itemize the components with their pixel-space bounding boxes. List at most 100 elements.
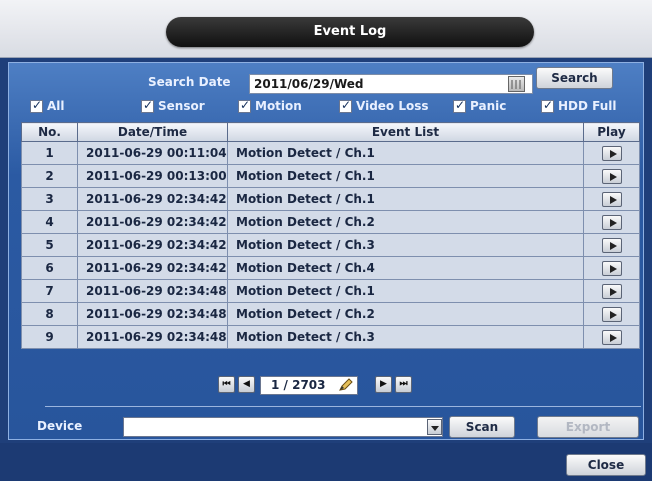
table-row[interactable]: 8 2011-06-29 02:34:48 Motion Detect / Ch.2	[21, 302, 640, 326]
row-play-cell	[583, 325, 640, 349]
table-row[interactable]: 9 2011-06-29 02:34:48 Motion Detect / Ch.3	[21, 325, 640, 349]
footer-bar	[0, 443, 652, 481]
row-play-cell	[583, 164, 640, 188]
filter-label: Video Loss	[356, 99, 429, 113]
filter-label: All	[47, 99, 65, 113]
row-play-cell	[583, 187, 640, 211]
device-select[interactable]	[123, 417, 443, 437]
filter-motion-checkbox[interactable]: Motion	[238, 98, 302, 113]
table-row[interactable]: 3 2011-06-29 02:34:42 Motion Detect / Ch.1	[21, 187, 640, 211]
first-page-button[interactable]: ⏮	[218, 376, 235, 393]
filter-panic-checkbox[interactable]: Panic	[453, 98, 507, 113]
checkbox-icon	[238, 98, 251, 113]
filter-label: Motion	[255, 99, 302, 113]
last-page-button[interactable]: ⏭	[395, 376, 412, 393]
last-page-icon: ⏭	[399, 379, 408, 389]
play-icon[interactable]	[601, 329, 622, 345]
row-number: 5	[21, 233, 78, 257]
column-header-datetime: Date/Time	[77, 122, 228, 142]
row-datetime: 2011-06-29 02:34:42	[77, 256, 228, 280]
table-row[interactable]: 7 2011-06-29 02:34:48 Motion Detect / Ch.1	[21, 279, 640, 303]
event-table: No. Date/Time Event List Play 1 2011-06-2…	[21, 122, 640, 349]
pencil-icon[interactable]	[338, 378, 353, 392]
search-button[interactable]: Search	[536, 67, 613, 89]
row-event: Motion Detect / Ch.1	[227, 187, 584, 211]
window-title: Event Log	[166, 17, 534, 47]
row-event: Motion Detect / Ch.1	[227, 279, 584, 303]
row-datetime: 2011-06-29 02:34:42	[77, 187, 228, 211]
row-datetime: 2011-06-29 00:11:04	[77, 141, 228, 165]
event-log-window: Event Log Search Date 2011/06/29/Wed Sea…	[0, 0, 652, 481]
row-number: 7	[21, 279, 78, 303]
row-event: Motion Detect / Ch.3	[227, 325, 584, 349]
row-number: 4	[21, 210, 78, 234]
export-button[interactable]: Export	[537, 416, 639, 438]
play-icon[interactable]	[601, 191, 622, 207]
play-icon[interactable]	[601, 306, 622, 322]
divider	[45, 406, 641, 407]
table-row[interactable]: 1 2011-06-29 00:11:04 Motion Detect / Ch.1	[21, 141, 640, 165]
table-row[interactable]: 4 2011-06-29 02:34:42 Motion Detect / Ch.2	[21, 210, 640, 234]
row-datetime: 2011-06-29 02:34:48	[77, 325, 228, 349]
filter-sensor-checkbox[interactable]: Sensor	[141, 98, 205, 113]
row-event: Motion Detect / Ch.1	[227, 141, 584, 165]
row-play-cell	[583, 141, 640, 165]
row-number: 3	[21, 187, 78, 211]
table-row[interactable]: 6 2011-06-29 02:34:42 Motion Detect / Ch.4	[21, 256, 640, 280]
row-number: 2	[21, 164, 78, 188]
play-icon[interactable]	[601, 168, 622, 184]
checkbox-icon	[541, 98, 554, 113]
next-page-button[interactable]: ▶	[375, 376, 392, 393]
play-icon[interactable]	[601, 260, 622, 276]
chevron-down-icon[interactable]	[427, 419, 442, 435]
next-page-icon: ▶	[380, 379, 387, 389]
prev-page-icon: ◀	[243, 379, 250, 389]
prev-page-button[interactable]: ◀	[238, 376, 255, 393]
row-number: 1	[21, 141, 78, 165]
title-bar: Event Log	[0, 0, 652, 58]
search-date-field[interactable]: 2011/06/29/Wed	[249, 74, 533, 94]
filter-video-loss-checkbox[interactable]: Video Loss	[339, 98, 429, 113]
row-datetime: 2011-06-29 00:13:00	[77, 164, 228, 188]
column-header-play: Play	[583, 122, 640, 142]
row-datetime: 2011-06-29 02:34:42	[77, 233, 228, 257]
table-header-row: No. Date/Time Event List Play	[21, 122, 640, 142]
row-play-cell	[583, 256, 640, 280]
checkbox-icon	[339, 98, 352, 113]
row-event: Motion Detect / Ch.1	[227, 164, 584, 188]
row-number: 9	[21, 325, 78, 349]
device-label: Device	[37, 419, 83, 433]
row-number: 8	[21, 302, 78, 326]
filter-all-checkbox[interactable]: All	[30, 98, 65, 113]
close-button[interactable]: Close	[566, 454, 646, 476]
row-play-cell	[583, 210, 640, 234]
column-header-event-list: Event List	[227, 122, 584, 142]
row-event: Motion Detect / Ch.4	[227, 256, 584, 280]
play-icon[interactable]	[601, 145, 622, 161]
checkbox-icon	[30, 98, 43, 113]
first-page-icon: ⏮	[222, 379, 231, 389]
row-number: 6	[21, 256, 78, 280]
filter-label: Sensor	[158, 99, 205, 113]
event-log-panel: Search Date 2011/06/29/Wed Search All Se…	[8, 62, 644, 440]
scan-button[interactable]: Scan	[449, 416, 515, 438]
row-event: Motion Detect / Ch.2	[227, 210, 584, 234]
row-play-cell	[583, 233, 640, 257]
row-event: Motion Detect / Ch.2	[227, 302, 584, 326]
calendar-icon[interactable]	[508, 76, 525, 92]
column-header-no: No.	[21, 122, 78, 142]
row-play-cell	[583, 279, 640, 303]
row-play-cell	[583, 302, 640, 326]
filter-label: HDD Full	[558, 99, 617, 113]
play-icon[interactable]	[601, 283, 622, 299]
table-row[interactable]: 2 2011-06-29 00:13:00 Motion Detect / Ch.1	[21, 164, 640, 188]
filter-hdd-full-checkbox[interactable]: HDD Full	[541, 98, 617, 113]
row-event: Motion Detect / Ch.3	[227, 233, 584, 257]
play-icon[interactable]	[601, 237, 622, 253]
table-row[interactable]: 5 2011-06-29 02:34:42 Motion Detect / Ch.3	[21, 233, 640, 257]
filter-label: Panic	[470, 99, 507, 113]
checkbox-icon	[453, 98, 466, 113]
row-datetime: 2011-06-29 02:34:42	[77, 210, 228, 234]
play-icon[interactable]	[601, 214, 622, 230]
row-datetime: 2011-06-29 02:34:48	[77, 302, 228, 326]
